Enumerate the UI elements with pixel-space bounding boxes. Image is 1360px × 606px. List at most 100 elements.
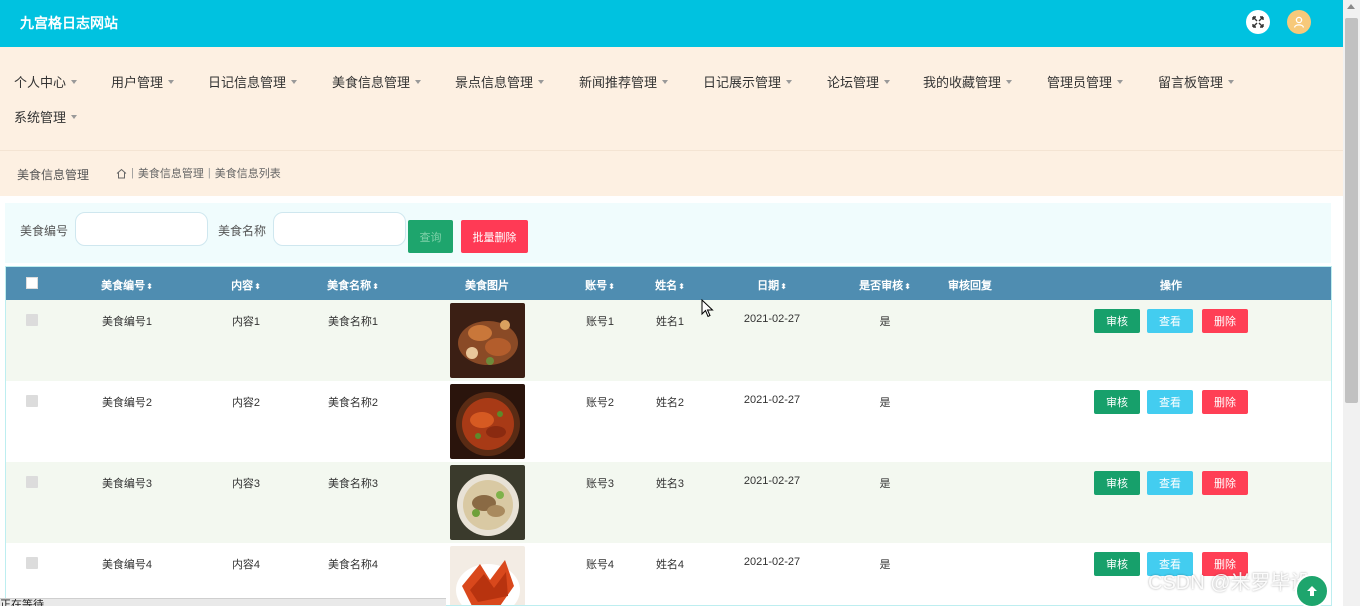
column-header-label: 日期 [757,280,780,292]
audit-button[interactable]: 审核 [1094,471,1140,495]
breadcrumb-item: 美食信息列表 [214,168,281,180]
nav-item-label: 管理员管理 [1047,75,1113,90]
caret-down-icon [662,79,669,84]
expand-icon [1252,16,1264,28]
sort-icon: ⬍ [254,282,261,291]
food-code-input[interactable] [75,212,208,246]
breadcrumb-item[interactable]: 美食信息管理 [138,165,204,181]
view-button[interactable]: 查看 [1147,309,1193,333]
user-avatar[interactable] [1287,10,1311,34]
cell-content: 内容1 [231,316,261,328]
caret-down-icon [884,79,891,84]
audit-button[interactable]: 审核 [1094,390,1140,414]
food-image[interactable] [450,384,525,459]
table-row: 美食编号2 内容2 美食名称2 账号2 姓名2 2021-02-27 是 审核 … [6,381,1331,462]
caret-down-icon [71,79,78,84]
cell-content: 内容3 [231,478,261,490]
food-name-input[interactable] [273,212,406,246]
cell-code: 美食编号1 [101,316,153,328]
row-checkbox[interactable] [26,395,38,407]
browser-status-bar: 正在等待 ... [0,598,446,606]
food-code-label: 美食编号 [20,224,69,238]
sort-icon: ⬍ [146,282,153,291]
cell-account: 账号4 [585,559,615,571]
column-header-label: 账号 [585,280,608,292]
caret-down-icon [538,79,545,84]
view-button[interactable]: 查看 [1147,390,1193,414]
cell-person: 姓名4 [655,559,685,571]
nav-item-scenic-management[interactable]: 景点信息管理 [455,72,545,91]
nav-item-message-board[interactable]: 留言板管理 [1158,72,1235,91]
nav-item-diary-display[interactable]: 日记展示管理 [703,72,793,91]
row-checkbox[interactable] [26,557,38,569]
nav-item-label: 留言板管理 [1158,75,1224,90]
nav-item-news-management[interactable]: 新闻推荐管理 [579,72,669,91]
nav-item-label: 景点信息管理 [455,75,534,90]
column-header-name[interactable]: 美食名称⬍ [327,277,379,293]
cell-account: 账号1 [585,316,615,328]
nav-item-food-management[interactable]: 美食信息管理 [332,72,422,91]
column-header-label: 美食编号 [101,280,146,292]
nav-item-admin-management[interactable]: 管理员管理 [1047,72,1124,91]
nav-item-diary-management[interactable]: 日记信息管理 [208,72,298,91]
back-to-top-button[interactable] [1295,574,1329,606]
nav-item-label: 日记展示管理 [703,75,782,90]
fullscreen-button[interactable] [1246,10,1270,34]
arrow-up-icon [1307,586,1317,596]
nav-item-label: 个人中心 [14,75,67,90]
column-header-content[interactable]: 内容⬍ [231,277,261,293]
cell-date: 2021-02-27 [743,475,801,487]
column-header-account[interactable]: 账号⬍ [585,277,615,293]
audit-button[interactable]: 审核 [1094,309,1140,333]
nav-item-personal-center[interactable]: 个人中心 [14,72,78,91]
audit-button[interactable]: 审核 [1094,552,1140,576]
sort-icon: ⬍ [608,282,615,291]
nav-item-label: 日记信息管理 [208,75,287,90]
cell-content: 内容4 [231,559,261,571]
cell-name: 美食名称2 [327,397,379,409]
cell-date: 2021-02-27 [743,394,801,406]
view-button[interactable]: 查看 [1147,471,1193,495]
search-button[interactable]: 查询 [408,220,453,253]
food-image[interactable] [450,546,525,605]
column-header-person[interactable]: 姓名⬍ [655,277,685,293]
caret-down-icon [415,79,422,84]
breadcrumb-separator: | [131,167,134,179]
nav-item-system-management[interactable]: 系统管理 [14,107,78,126]
nav-item-user-management[interactable]: 用户管理 [111,72,175,91]
food-image[interactable] [450,465,525,540]
cell-account: 账号3 [585,478,615,490]
food-image[interactable] [450,303,525,378]
column-header-code[interactable]: 美食编号⬍ [101,277,153,293]
cell-person: 姓名3 [655,478,685,490]
home-icon[interactable] [116,168,127,179]
delete-button[interactable]: 删除 [1202,471,1248,495]
main-nav: 个人中心 用户管理 日记信息管理 美食信息管理 景点信息管理 新闻推荐管理 日记… [0,47,1343,150]
caret-down-icon [71,114,78,119]
scroll-up-arrow-icon[interactable] [1347,4,1355,9]
status-text: 正在等待 ... [0,599,57,606]
select-all-checkbox[interactable] [26,277,38,289]
vertical-scrollbar[interactable] [1343,0,1360,606]
delete-button[interactable]: 删除 [1202,309,1248,333]
nav-item-favorites[interactable]: 我的收藏管理 [923,72,1013,91]
delete-button[interactable]: 删除 [1202,390,1248,414]
batch-delete-button[interactable]: 批量删除 [461,220,528,253]
column-header-approved[interactable]: 是否审核⬍ [859,277,911,293]
caret-down-icon [1117,79,1124,84]
column-header-label: 美食图片 [465,280,509,292]
column-header-reply: 审核回复 [948,277,992,293]
food-table: 美食编号⬍ 内容⬍ 美食名称⬍ 美食图片 账号⬍ 姓名⬍ 日期⬍ 是否审核⬍ 审… [5,266,1332,606]
sort-icon: ⬍ [678,282,685,291]
row-checkbox[interactable] [26,476,38,488]
nav-item-forum-management[interactable]: 论坛管理 [827,72,891,91]
column-header-image: 美食图片 [465,277,509,293]
row-checkbox[interactable] [26,314,38,326]
cell-approved: 是 [879,559,891,571]
cell-account: 账号2 [585,397,615,409]
nav-item-label: 新闻推荐管理 [579,75,658,90]
scrollbar-thumb[interactable] [1345,18,1358,403]
column-header-date[interactable]: 日期⬍ [757,277,787,293]
cell-approved: 是 [879,478,891,490]
sort-icon: ⬍ [904,282,911,291]
